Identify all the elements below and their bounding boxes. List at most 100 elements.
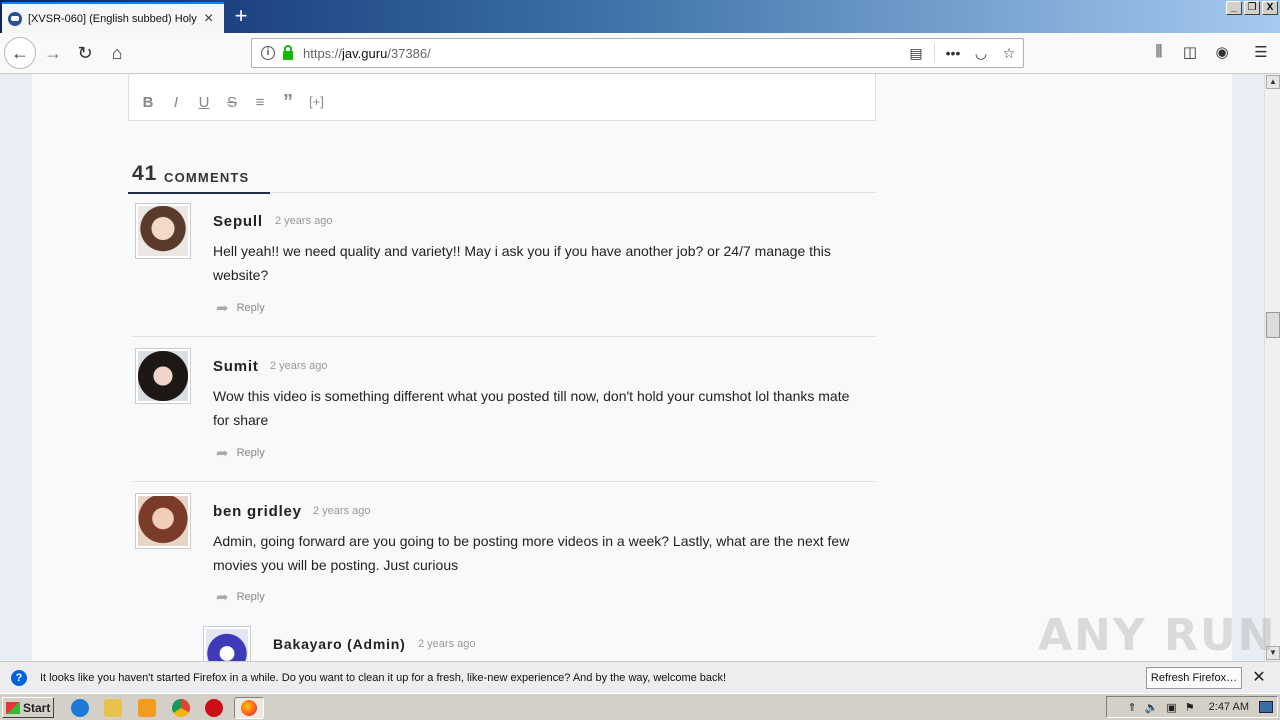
- reply-button[interactable]: ➦ Reply: [216, 299, 265, 317]
- comment-time[interactable]: 2 years ago: [418, 638, 475, 650]
- ie-icon[interactable]: [71, 699, 89, 717]
- url-path: /37386/: [387, 45, 431, 61]
- clock[interactable]: 2:47 AM: [1209, 701, 1249, 713]
- comment-text: Hell yeah!! we need quality and variety!…: [213, 243, 831, 283]
- back-button[interactable]: ←: [4, 37, 36, 69]
- page-actions-icon[interactable]: •••: [939, 45, 967, 61]
- firefox-icon: [241, 700, 257, 716]
- tab-title: [XVSR-060] (English subbed) Holy: [28, 12, 197, 25]
- url-prefix: https://: [303, 45, 343, 61]
- quote-button[interactable]: ”: [281, 92, 295, 112]
- volume-icon[interactable]: 🔈: [1145, 701, 1159, 714]
- sidebar-icon[interactable]: ◫: [1179, 43, 1201, 63]
- tab-close-icon[interactable]: ×: [204, 10, 213, 27]
- avatar[interactable]: [135, 348, 191, 404]
- comment-divider: [132, 481, 876, 482]
- url-domain: jav.guru: [342, 45, 388, 61]
- show-desktop-icon[interactable]: [1259, 701, 1273, 713]
- reply-label: Reply: [236, 302, 265, 314]
- reply-label: Reply: [236, 591, 265, 603]
- comment-time[interactable]: 2 years ago: [275, 215, 332, 227]
- comment-item-reply: Bakayaro (Admin) 2 years ago: [200, 626, 876, 661]
- strikethrough-button[interactable]: S: [225, 94, 239, 111]
- reply-arrow-icon: ➦: [216, 589, 229, 606]
- page-viewport: B I U S ≡ ” [+] 41 COMMENTS Sepull 2 yea…: [0, 74, 1264, 661]
- comment-editor[interactable]: B I U S ≡ ” [+]: [128, 74, 876, 121]
- reader-view-icon[interactable]: ▤: [902, 45, 930, 62]
- comment-item: ben gridley 2 years ago Admin, going for…: [132, 493, 876, 613]
- comment-text: Admin, going forward are you going to be…: [213, 533, 850, 573]
- browser-tab[interactable]: [XVSR-060] (English subbed) Holy ×: [2, 2, 224, 33]
- menu-icon[interactable]: ☰: [1250, 43, 1272, 63]
- network-icon[interactable]: ▣: [1166, 701, 1176, 714]
- avatar[interactable]: [203, 626, 251, 661]
- comment-author[interactable]: Bakayaro (Admin): [273, 636, 406, 652]
- comments-header: 41 COMMENTS: [128, 162, 876, 194]
- underline-button[interactable]: U: [197, 94, 211, 111]
- comment-item: Sumit 2 years ago Wow this video is some…: [132, 348, 876, 482]
- editor-toolbar: B I U S ≡ ” [+]: [141, 92, 324, 112]
- question-icon: ?: [11, 669, 27, 686]
- page-scrollbar[interactable]: ▲ ▼: [1264, 74, 1280, 661]
- chrome-icon[interactable]: [172, 699, 190, 717]
- comment-divider: [132, 336, 876, 337]
- pocket-icon[interactable]: ◡: [967, 45, 995, 62]
- comment-author[interactable]: Sepull: [213, 213, 263, 230]
- minimize-button[interactable]: _: [1226, 1, 1242, 15]
- close-window-button[interactable]: X: [1262, 1, 1278, 15]
- notification-message: It looks like you haven't started Firefo…: [40, 671, 727, 684]
- reload-button[interactable]: ↻: [70, 39, 100, 67]
- spoiler-button[interactable]: [+]: [309, 94, 324, 111]
- reply-button[interactable]: ➦ Reply: [216, 444, 265, 462]
- url-separator: [934, 43, 935, 63]
- comment-time[interactable]: 2 years ago: [270, 360, 327, 372]
- notification-close-icon[interactable]: ✕: [1250, 667, 1268, 689]
- folder-icon[interactable]: [104, 699, 122, 717]
- firefox-taskbar-button[interactable]: [234, 697, 264, 719]
- scroll-up-icon[interactable]: ▲: [1266, 75, 1280, 89]
- bookmark-star-icon[interactable]: ☆: [995, 45, 1023, 62]
- url-text[interactable]: https://jav.guru/37386/: [303, 46, 902, 61]
- comment-time[interactable]: 2 years ago: [313, 505, 370, 517]
- media-player-icon[interactable]: [138, 699, 156, 717]
- site-favicon-icon: [8, 11, 22, 26]
- page-container: B I U S ≡ ” [+] 41 COMMENTS Sepull 2 yea…: [32, 74, 1232, 661]
- reply-arrow-icon: ➦: [216, 300, 229, 317]
- comments-tab-underline: [128, 192, 270, 194]
- start-label: Start: [23, 700, 51, 715]
- navigation-toolbar: ← → ↻ ⌂ i https://jav.guru/37386/ ▤ ••• …: [0, 33, 1280, 74]
- windows-taskbar: Start ⇑ 🔈 ▣ ⚑ 2:47 AM: [0, 693, 1280, 720]
- avatar[interactable]: [135, 493, 191, 549]
- restore-button[interactable]: ❐: [1244, 1, 1260, 15]
- anyrun-watermark: ANY RUN: [1038, 610, 1277, 661]
- bold-button[interactable]: B: [141, 94, 155, 111]
- reply-label: Reply: [236, 447, 265, 459]
- refresh-firefox-button[interactable]: Refresh Firefox…: [1146, 667, 1242, 689]
- action-center-flag-icon[interactable]: ⚑: [1185, 701, 1195, 714]
- start-button[interactable]: Start: [2, 697, 54, 718]
- comments-label: COMMENTS: [164, 170, 250, 185]
- windows-logo-icon: [6, 701, 20, 714]
- library-icon[interactable]: ⫼: [1148, 43, 1170, 63]
- comments-count: 41: [132, 162, 158, 185]
- url-bar[interactable]: i https://jav.guru/37386/ ▤ ••• ◡ ☆: [251, 38, 1024, 68]
- italic-button[interactable]: I: [169, 94, 183, 111]
- new-tab-button[interactable]: +: [229, 3, 253, 29]
- opera-icon[interactable]: [205, 699, 223, 717]
- comment-author[interactable]: ben gridley: [213, 503, 302, 520]
- forward-button[interactable]: →: [38, 39, 68, 67]
- tray-expand-icon[interactable]: ⇑: [1127, 701, 1136, 714]
- list-button[interactable]: ≡: [253, 94, 267, 111]
- site-info-icon[interactable]: i: [261, 46, 275, 60]
- scrollbar-thumb[interactable]: [1266, 312, 1280, 338]
- system-tray: ⇑ 🔈 ▣ ⚑ 2:47 AM: [1106, 696, 1278, 718]
- account-icon[interactable]: ◉: [1211, 43, 1233, 63]
- secure-lock-icon: [283, 44, 293, 60]
- comment-author[interactable]: Sumit: [213, 358, 259, 375]
- reply-button[interactable]: ➦ Reply: [216, 588, 265, 606]
- notification-bar: ? It looks like you haven't started Fire…: [0, 661, 1280, 693]
- avatar[interactable]: [135, 203, 191, 259]
- comment-text: Wow this video is something different wh…: [213, 388, 850, 428]
- reply-arrow-icon: ➦: [216, 445, 229, 462]
- home-button[interactable]: ⌂: [102, 39, 132, 67]
